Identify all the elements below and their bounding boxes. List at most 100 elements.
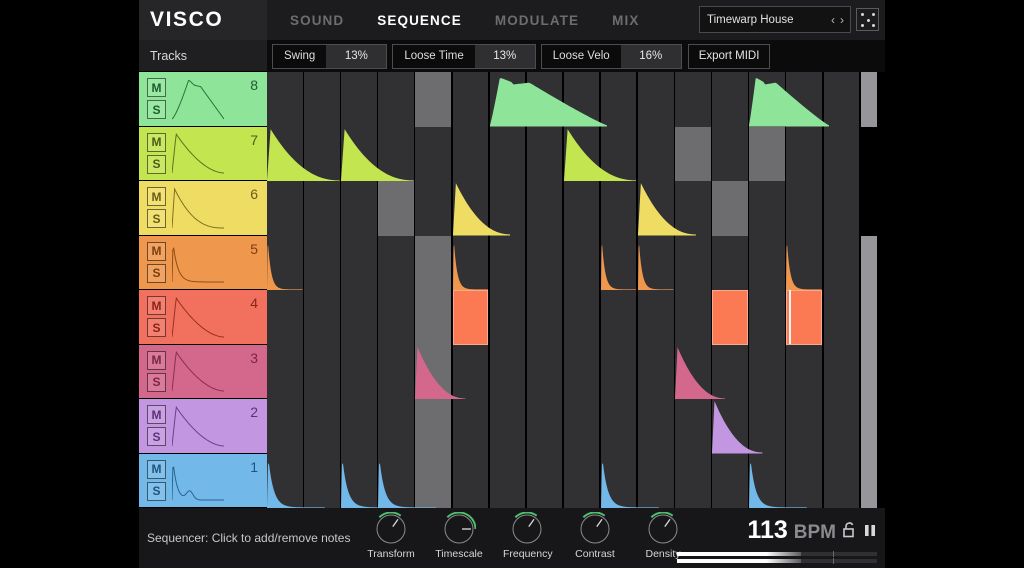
step-cell[interactable] — [638, 344, 674, 399]
step-cell[interactable] — [378, 235, 414, 290]
solo-button[interactable]: S — [147, 481, 166, 501]
step-cell[interactable] — [378, 344, 414, 399]
step-cell[interactable] — [489, 235, 526, 290]
preset-prev-icon[interactable]: ‹ — [831, 14, 835, 26]
solo-button[interactable]: S — [147, 263, 166, 283]
step-cell[interactable] — [341, 181, 377, 236]
step-cell[interactable] — [749, 290, 785, 345]
step-cell[interactable] — [749, 235, 785, 290]
step-cell[interactable] — [712, 72, 748, 127]
knob-frequency[interactable]: Frequency — [503, 512, 553, 560]
step-cell[interactable] — [304, 399, 340, 454]
knob-transform[interactable]: Transform — [367, 512, 415, 560]
dice-icon[interactable] — [856, 8, 879, 31]
step-cell[interactable] — [304, 453, 340, 508]
step-cell[interactable] — [675, 126, 711, 181]
step-cell[interactable] — [600, 399, 637, 454]
knob-dial[interactable] — [578, 512, 612, 546]
step-cell[interactable] — [415, 453, 451, 508]
step-cell[interactable] — [638, 235, 674, 290]
step-cell[interactable] — [526, 181, 563, 236]
step-cell[interactable] — [452, 126, 488, 181]
step-cell[interactable] — [267, 290, 303, 345]
step-cell[interactable] — [267, 72, 303, 127]
step-cell[interactable] — [786, 72, 822, 127]
step-cell[interactable] — [341, 344, 377, 399]
step-cell[interactable] — [712, 290, 748, 345]
mute-button[interactable]: M — [147, 132, 166, 152]
step-cell[interactable] — [823, 181, 859, 236]
step-cell[interactable] — [712, 399, 748, 454]
step-cell[interactable] — [378, 72, 414, 127]
step-cell[interactable] — [600, 453, 637, 508]
step-cell[interactable] — [600, 126, 637, 181]
step-cell[interactable] — [526, 126, 563, 181]
bpm-value[interactable]: 113 — [747, 516, 787, 545]
step-cell[interactable] — [415, 344, 451, 399]
step-cell[interactable] — [415, 399, 451, 454]
step-cell[interactable] — [675, 453, 711, 508]
step-cell[interactable] — [786, 290, 822, 345]
step-cell[interactable] — [749, 344, 785, 399]
solo-button[interactable]: S — [147, 318, 166, 338]
step-cell[interactable] — [786, 399, 822, 454]
mute-button[interactable]: M — [147, 459, 166, 479]
step-cell[interactable] — [267, 181, 303, 236]
step-cell[interactable] — [563, 235, 600, 290]
toolbar-value-loose-velo[interactable]: 16% — [620, 44, 681, 68]
step-cell[interactable] — [600, 235, 637, 290]
tab-modulate[interactable]: MODULATE — [495, 13, 579, 28]
step-cell[interactable] — [563, 453, 600, 508]
step-cell[interactable] — [563, 290, 600, 345]
step-cell[interactable] — [638, 453, 674, 508]
step-cell[interactable] — [675, 235, 711, 290]
knob-dial[interactable] — [374, 512, 408, 546]
step-cell[interactable] — [823, 126, 859, 181]
step-cell[interactable] — [526, 72, 563, 127]
step-cell[interactable] — [712, 344, 748, 399]
step-cell[interactable] — [823, 72, 859, 127]
step-cell[interactable] — [489, 290, 526, 345]
step-cell[interactable] — [378, 290, 414, 345]
step-cell[interactable] — [415, 290, 451, 345]
step-cell[interactable] — [378, 126, 414, 181]
step-cell[interactable] — [267, 235, 303, 290]
toolbar-value-loose-time[interactable]: 13% — [474, 44, 535, 68]
step-cell[interactable] — [712, 453, 748, 508]
mute-button[interactable]: M — [147, 187, 166, 207]
step-cell[interactable] — [452, 399, 488, 454]
step-cell[interactable] — [304, 72, 340, 127]
step-cell[interactable] — [786, 453, 822, 508]
solo-button[interactable]: S — [147, 100, 166, 120]
step-cell[interactable] — [526, 235, 563, 290]
step-cell[interactable] — [341, 72, 377, 127]
step-cell[interactable] — [452, 72, 488, 127]
unlocked-padlock-icon[interactable] — [842, 521, 857, 543]
step-cell[interactable] — [452, 181, 488, 236]
step-cell[interactable] — [638, 181, 674, 236]
step-cell-partial[interactable] — [860, 290, 877, 345]
step-cell[interactable] — [675, 344, 711, 399]
step-cell[interactable] — [749, 181, 785, 236]
step-cell[interactable] — [341, 453, 377, 508]
knob-dial[interactable] — [646, 512, 680, 546]
step-cell[interactable] — [675, 72, 711, 127]
step-cell[interactable] — [600, 72, 637, 127]
step-cell[interactable] — [786, 181, 822, 236]
step-cell[interactable] — [786, 344, 822, 399]
step-cell[interactable] — [341, 290, 377, 345]
step-cell-partial[interactable] — [860, 344, 877, 399]
step-cell-partial[interactable] — [860, 235, 877, 290]
step-cell[interactable] — [563, 344, 600, 399]
step-cell[interactable] — [267, 126, 303, 181]
step-cell[interactable] — [304, 126, 340, 181]
step-cell[interactable] — [712, 181, 748, 236]
step-cell[interactable] — [675, 181, 711, 236]
step-cell[interactable] — [378, 181, 414, 236]
step-cell[interactable] — [526, 344, 563, 399]
solo-button[interactable]: S — [147, 372, 166, 392]
step-cell[interactable] — [823, 453, 859, 508]
step-cell[interactable] — [638, 126, 674, 181]
knob-dial[interactable] — [510, 512, 544, 546]
step-cell[interactable] — [563, 126, 600, 181]
